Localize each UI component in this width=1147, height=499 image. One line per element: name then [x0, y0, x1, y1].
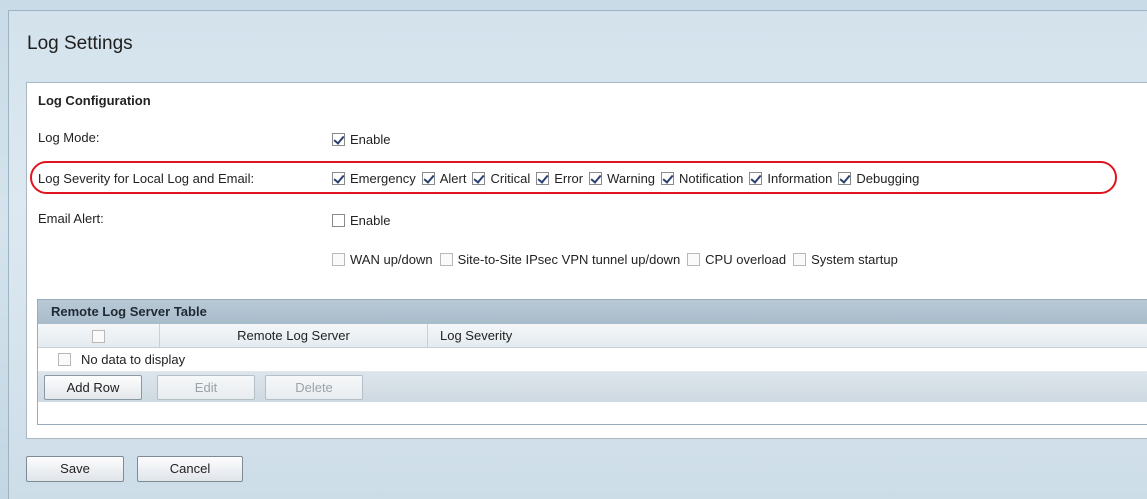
section-heading: Log Configuration — [38, 93, 151, 108]
severity-emergency-label: Emergency — [350, 171, 416, 186]
severity-debugging-label: Debugging — [856, 171, 920, 186]
event-system-startup[interactable]: System startup — [793, 252, 898, 267]
edit-button[interactable]: Edit — [157, 375, 255, 400]
log-mode-enable-label: Enable — [350, 132, 391, 147]
cancel-button[interactable]: Cancel — [137, 456, 243, 482]
event-cpu-overload[interactable]: CPU overload — [687, 252, 786, 267]
severity-notification[interactable]: Notification — [661, 171, 743, 186]
remote-log-server-table: Remote Log Server Table Remote Log Serve… — [37, 299, 1147, 425]
event-vpn-tunnel[interactable]: Site-to-Site IPsec VPN tunnel up/down — [439, 252, 681, 267]
event-vpn-tunnel-label: Site-to-Site IPsec VPN tunnel up/down — [457, 252, 681, 267]
log-severity-options: Emergency Alert Critical Error Warning Notifi… — [332, 171, 925, 186]
empty-row: No data to display — [38, 348, 1147, 372]
severity-information-checkbox[interactable] — [749, 172, 763, 185]
log-mode-enable-option[interactable]: Enable — [332, 132, 390, 147]
table-button-bar: Add Row Edit Delete — [38, 372, 1147, 402]
column-remote-log-server[interactable]: Remote Log Server — [160, 324, 428, 348]
select-all-checkbox[interactable] — [92, 330, 105, 343]
severity-emergency[interactable]: Emergency — [332, 171, 416, 186]
severity-error-checkbox[interactable] — [536, 172, 550, 185]
column-log-severity[interactable]: Log Severity — [428, 324, 1147, 348]
delete-button[interactable]: Delete — [265, 375, 363, 400]
log-mode-label: Log Mode: — [38, 130, 100, 145]
severity-emergency-checkbox[interactable] — [332, 172, 345, 185]
severity-warning-label: Warning — [607, 171, 656, 186]
severity-debugging-checkbox[interactable] — [838, 172, 852, 185]
severity-error[interactable]: Error — [536, 171, 583, 186]
log-configuration-panel: Log Configuration Log Mode: Enable Log S… — [26, 82, 1147, 439]
log-severity-label: Log Severity for Local Log and Email: — [38, 171, 255, 186]
select-all-header — [38, 324, 160, 348]
severity-notification-label: Notification — [679, 171, 744, 186]
severity-critical-checkbox[interactable] — [472, 172, 486, 185]
email-alert-events: WAN up/down Site-to-Site IPsec VPN tunnel… — [332, 252, 905, 267]
event-vpn-tunnel-checkbox[interactable] — [439, 253, 453, 266]
remote-table-title: Remote Log Server Table — [38, 300, 1147, 324]
event-cpu-overload-label: CPU overload — [705, 252, 787, 267]
empty-row-checkbox[interactable] — [58, 353, 71, 366]
page-title: Log Settings — [27, 33, 133, 54]
email-alert-label: Email Alert: — [38, 211, 104, 226]
event-system-startup-checkbox[interactable] — [793, 253, 807, 266]
event-cpu-overload-checkbox[interactable] — [687, 253, 701, 266]
save-button[interactable]: Save — [26, 456, 124, 482]
email-alert-enable-label: Enable — [350, 213, 391, 228]
event-system-startup-label: System startup — [811, 252, 898, 267]
severity-alert-label: Alert — [439, 171, 467, 186]
severity-alert-checkbox[interactable] — [421, 172, 435, 185]
severity-error-label: Error — [554, 171, 584, 186]
severity-notification-checkbox[interactable] — [661, 172, 675, 185]
severity-debugging[interactable]: Debugging — [838, 171, 919, 186]
empty-row-text: No data to display — [81, 352, 186, 367]
email-alert-enable-checkbox[interactable] — [332, 214, 345, 227]
severity-critical[interactable]: Critical — [472, 171, 530, 186]
event-wan-updown-label: WAN up/down — [350, 252, 433, 267]
severity-information[interactable]: Information — [749, 171, 832, 186]
severity-alert[interactable]: Alert — [421, 171, 467, 186]
log-mode-enable-checkbox[interactable] — [332, 133, 345, 146]
email-alert-enable-option[interactable]: Enable — [332, 213, 390, 228]
severity-information-label: Information — [767, 171, 833, 186]
remote-table-header: Remote Log Server Log Severity — [38, 324, 1147, 348]
event-wan-updown-checkbox[interactable] — [332, 253, 345, 266]
add-row-button[interactable]: Add Row — [44, 375, 142, 400]
severity-critical-label: Critical — [490, 171, 531, 186]
severity-warning-checkbox[interactable] — [589, 172, 603, 185]
event-wan-updown[interactable]: WAN up/down — [332, 252, 433, 267]
severity-warning[interactable]: Warning — [589, 171, 655, 186]
